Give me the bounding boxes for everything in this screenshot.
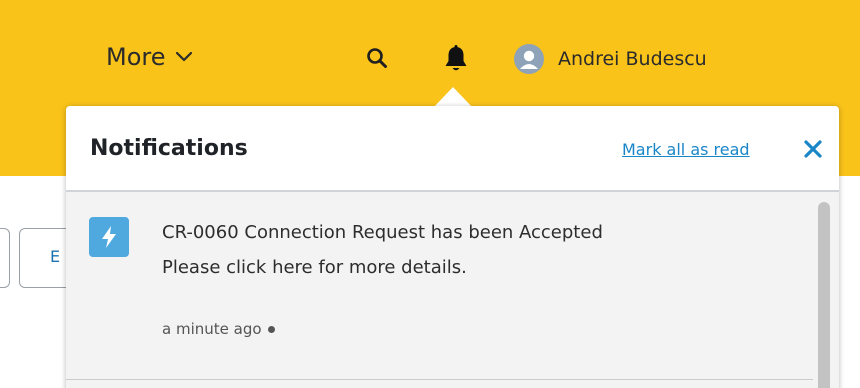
unread-dot-icon	[267, 325, 275, 333]
notification-time-text: a minute ago	[162, 320, 262, 338]
mark-all-read-link[interactable]: Mark all as read	[622, 140, 750, 159]
notification-body: Please click here for more details.	[162, 257, 467, 278]
search-icon[interactable]	[366, 47, 388, 73]
notifications-header: Notifications Mark all as read	[66, 106, 839, 192]
notification-timestamp: a minute ago	[162, 320, 275, 338]
notifications-list: CR-0060 Connection Request has been Acce…	[66, 192, 839, 388]
scrollbar[interactable]	[818, 202, 830, 388]
user-name: Andrei Budescu	[558, 48, 707, 70]
page-button-label: E	[50, 247, 61, 266]
lightning-icon	[102, 226, 116, 248]
popover-caret	[433, 87, 473, 108]
notifications-panel: Notifications Mark all as read CR-0060 C…	[66, 106, 839, 388]
notification-type-badge	[89, 217, 129, 257]
app-stage: More Andrei Budescu E Notifications Mark…	[0, 0, 860, 388]
more-menu-button[interactable]: More	[106, 43, 192, 71]
bell-icon[interactable]	[443, 45, 469, 77]
page-input-field[interactable]	[0, 228, 10, 288]
user-avatar-icon	[520, 50, 538, 69]
more-menu-label: More	[106, 43, 166, 71]
avatar	[514, 44, 544, 74]
chevron-down-icon	[175, 52, 192, 62]
notification-item[interactable]: CR-0060 Connection Request has been Acce…	[66, 192, 813, 380]
notification-title: CR-0060 Connection Request has been Acce…	[162, 222, 603, 243]
user-profile-menu[interactable]: Andrei Budescu	[514, 44, 707, 74]
close-icon[interactable]	[803, 139, 823, 163]
notifications-title: Notifications	[90, 136, 248, 161]
